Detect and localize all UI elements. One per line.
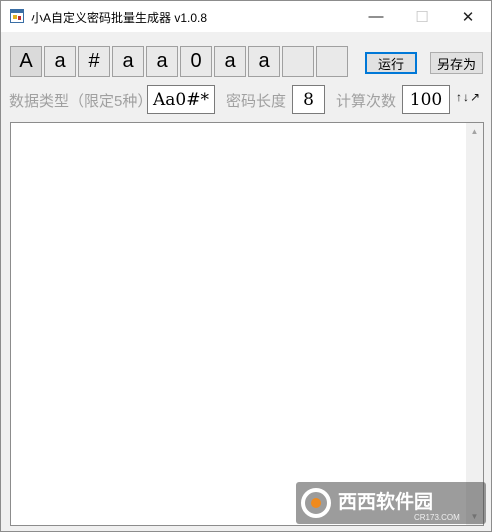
pattern-cell-5[interactable]: a xyxy=(146,46,178,77)
title-bar[interactable]: 小A自定义密码批量生成器 v1.0.8 — ☐ ✕ xyxy=(1,1,491,32)
pattern-cell-2[interactable]: a xyxy=(44,46,76,77)
run-button[interactable]: 运行 xyxy=(365,52,417,74)
app-icon xyxy=(10,9,24,23)
iteration-count-label: 计算次数 xyxy=(336,93,397,110)
watermark-brand: 西西软件园 xyxy=(338,490,433,513)
pattern-cell-7[interactable]: a xyxy=(214,46,246,77)
scroll-up-icon[interactable]: ▲ xyxy=(466,123,483,140)
password-length-field[interactable]: 8 xyxy=(292,85,325,114)
pattern-cell-1[interactable]: A xyxy=(10,46,42,77)
window-title: 小A自定义密码批量生成器 v1.0.8 xyxy=(31,11,208,25)
vertical-scrollbar[interactable]: ▲ ▼ xyxy=(466,123,483,525)
watermark-url: CR173.COM xyxy=(414,513,460,522)
watermark-logo: 西西软件园 CR173.COM xyxy=(296,482,486,524)
maximize-button[interactable]: ☐ xyxy=(399,1,445,32)
data-type-label: 数据类型（限定5种） xyxy=(9,93,153,110)
data-type-field[interactable]: Aa0#* xyxy=(147,85,215,114)
resize-arrows-icon[interactable]: ↑↓↗ xyxy=(456,90,481,104)
app-window: 小A自定义密码批量生成器 v1.0.8 — ☐ ✕ A a # a a 0 a … xyxy=(0,0,492,532)
pattern-cell-8[interactable]: a xyxy=(248,46,280,77)
password-length-label: 密码长度 xyxy=(226,93,287,110)
output-textarea[interactable]: ▲ ▼ xyxy=(10,122,484,526)
pattern-cell-6[interactable]: 0 xyxy=(180,46,212,77)
pattern-cell-9[interactable] xyxy=(282,46,314,77)
pattern-cell-4[interactable]: a xyxy=(112,46,144,77)
close-button[interactable]: ✕ xyxy=(445,1,491,32)
save-as-button[interactable]: 另存为 xyxy=(430,52,483,74)
pattern-cell-3[interactable]: # xyxy=(78,46,110,77)
pattern-cell-10[interactable] xyxy=(316,46,348,77)
minimize-button[interactable]: — xyxy=(353,1,399,32)
iteration-count-field[interactable]: 100 xyxy=(402,85,450,114)
